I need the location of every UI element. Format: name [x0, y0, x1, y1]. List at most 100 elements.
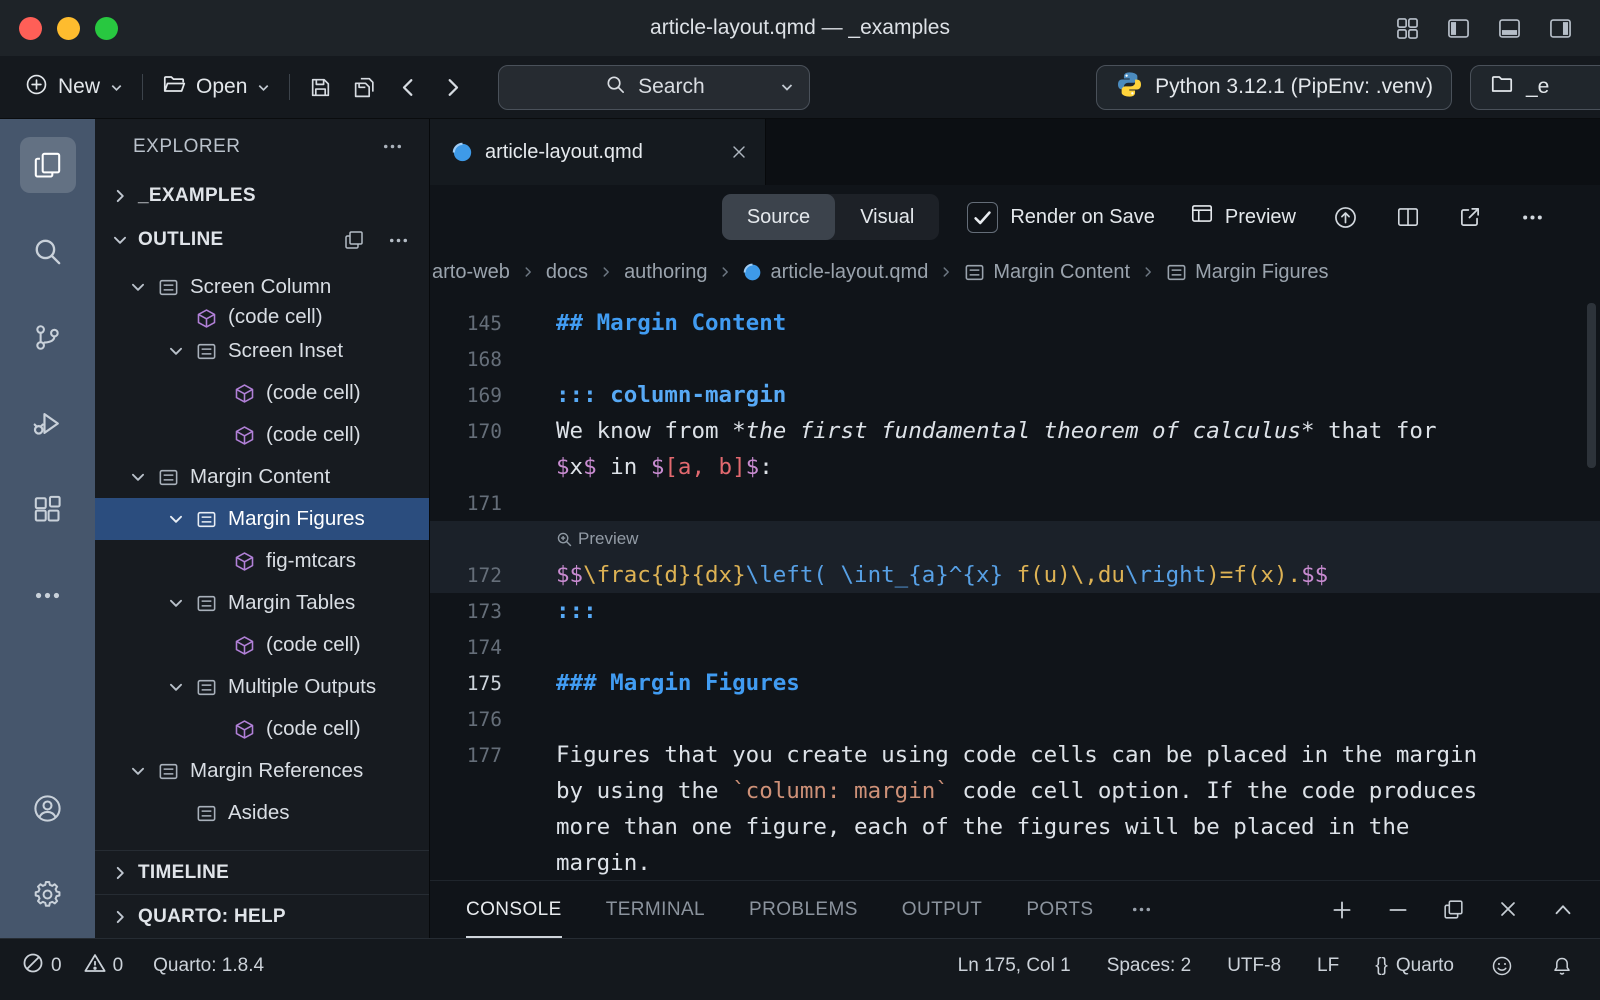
source-control-icon[interactable]: [20, 309, 76, 365]
math-preview-row[interactable]: Preview: [430, 521, 1600, 557]
outline-item-fig-mtcars[interactable]: fig-mtcars: [95, 540, 429, 582]
open-button[interactable]: Open: [151, 65, 281, 109]
add-console-icon[interactable]: [1329, 897, 1355, 923]
forward-button[interactable]: [430, 64, 474, 110]
editor-tab[interactable]: article-layout.qmd: [430, 119, 766, 185]
outline-item-code-cell[interactable]: (code cell): [95, 624, 429, 666]
breadcrumb-item-authoring[interactable]: authoring: [624, 261, 707, 284]
close-window-button[interactable]: [19, 17, 42, 40]
split-panel-icon[interactable]: [1441, 897, 1466, 923]
code-line[interactable]: 172$$\frac{d}{dx}\left( \int_{a}^{x} f(u…: [430, 557, 1600, 593]
code-line[interactable]: $x$ in $[a, b]$:: [430, 449, 1600, 485]
outline-item-screen-column[interactable]: Screen Column: [95, 266, 429, 308]
feedback-smiley-icon[interactable]: [1490, 954, 1514, 978]
account-icon[interactable]: [20, 780, 76, 836]
back-button[interactable]: [386, 64, 430, 110]
code-line[interactable]: 145## Margin Content: [430, 305, 1600, 341]
notifications-bell-icon[interactable]: [1550, 954, 1574, 978]
render-on-save-checkbox[interactable]: [967, 202, 998, 233]
run-debug-icon[interactable]: [20, 395, 76, 451]
language-mode-status[interactable]: {} Quarto: [1375, 955, 1454, 977]
breadcrumb-item-article-layout-qmd[interactable]: article-layout.qmd: [743, 261, 928, 284]
breadcrumb-item-margin-content[interactable]: Margin Content: [964, 261, 1130, 284]
open-external-icon[interactable]: [1457, 204, 1483, 230]
code-line[interactable]: 175### Margin Figures: [430, 665, 1600, 701]
breadcrumb-item-arto-web[interactable]: arto-web: [432, 261, 510, 284]
more-actions-icon[interactable]: [1129, 897, 1154, 922]
toggle-bottom-panel-icon[interactable]: [1496, 15, 1523, 42]
code-line[interactable]: by using the `column: margin` code cell …: [430, 773, 1600, 809]
breadcrumb-item-margin-figures[interactable]: Margin Figures: [1166, 261, 1328, 284]
code-line[interactable]: 170We know from *the first fundamental t…: [430, 413, 1600, 449]
code-editor[interactable]: 145## Margin Content168169::: column-mar…: [430, 295, 1600, 880]
code-line[interactable]: 177Figures that you create using code ce…: [430, 737, 1600, 773]
tree-chevron-icon[interactable]: [123, 762, 153, 780]
tree-chevron-icon[interactable]: [161, 510, 191, 528]
code-line[interactable]: margin.: [430, 845, 1600, 880]
outline-item-screen-inset[interactable]: Screen Inset: [95, 330, 429, 372]
code-line[interactable]: 176: [430, 701, 1600, 737]
outline-item-margin-content[interactable]: Margin Content: [95, 456, 429, 498]
close-tab-icon[interactable]: [729, 142, 749, 162]
zoom-window-button[interactable]: [95, 17, 118, 40]
quarto-version-status[interactable]: Quarto: 1.8.4: [153, 955, 264, 977]
outline-item-code-cell[interactable]: (code cell): [95, 372, 429, 414]
new-button[interactable]: New: [14, 66, 134, 109]
customize-layout-icon[interactable]: [1394, 15, 1421, 42]
panel-tab-console[interactable]: CONSOLE: [466, 881, 562, 938]
maximize-panel-icon[interactable]: [1550, 897, 1576, 923]
tree-chevron-icon[interactable]: [161, 594, 191, 612]
save-button[interactable]: [298, 64, 342, 110]
more-activity-icon[interactable]: [20, 567, 76, 623]
eol-status[interactable]: LF: [1317, 955, 1339, 977]
search-activity-icon[interactable]: [20, 223, 76, 279]
indentation-status[interactable]: Spaces: 2: [1107, 955, 1192, 977]
tree-chevron-icon[interactable]: [161, 342, 191, 360]
more-actions-icon[interactable]: [1519, 204, 1546, 231]
preview-button[interactable]: Preview: [1189, 201, 1296, 233]
more-actions-icon[interactable]: [386, 228, 411, 253]
outline-section-header[interactable]: OUTLINE: [95, 218, 429, 262]
visual-mode-button[interactable]: Visual: [835, 194, 939, 240]
publish-icon[interactable]: [1332, 204, 1359, 231]
code-line[interactable]: 173:::: [430, 593, 1600, 629]
tree-chevron-icon[interactable]: [161, 678, 191, 696]
close-panel-icon[interactable]: [1496, 897, 1520, 923]
source-mode-button[interactable]: Source: [722, 194, 835, 240]
code-line[interactable]: 169::: column-margin: [430, 377, 1600, 413]
more-actions-icon[interactable]: [380, 134, 405, 159]
tree-chevron-icon[interactable]: [123, 278, 153, 296]
panel-tab-output[interactable]: OUTPUT: [902, 881, 983, 938]
interpreter-selector[interactable]: Python 3.12.1 (PipEnv: .venv): [1096, 65, 1452, 110]
outline-item-code-cell[interactable]: (code cell): [95, 414, 429, 456]
panel-tab-ports[interactable]: PORTS: [1026, 881, 1093, 938]
timeline-section-header[interactable]: TIMELINE: [95, 850, 429, 894]
tree-chevron-icon[interactable]: [123, 468, 153, 486]
collapse-all-icon[interactable]: [342, 228, 366, 253]
workspace-button[interactable]: _e: [1470, 65, 1600, 110]
encoding-status[interactable]: UTF-8: [1227, 955, 1281, 977]
outline-item-code-cell[interactable]: (code cell): [95, 708, 429, 750]
minimize-panel-icon[interactable]: [1385, 897, 1411, 923]
panel-tab-problems[interactable]: PROBLEMS: [749, 881, 858, 938]
outline-item-margin-references[interactable]: Margin References: [95, 750, 429, 792]
problems-status[interactable]: 0 0: [22, 952, 123, 980]
outline-item-code-cell[interactable]: (code cell): [95, 308, 429, 330]
toggle-right-sidebar-icon[interactable]: [1547, 15, 1574, 42]
toggle-left-sidebar-icon[interactable]: [1445, 15, 1472, 42]
minimize-window-button[interactable]: [57, 17, 80, 40]
explorer-activity-icon[interactable]: [20, 137, 76, 193]
cursor-position-status[interactable]: Ln 175, Col 1: [958, 955, 1071, 977]
quarto-help-section-header[interactable]: QUARTO: HELP: [95, 894, 429, 938]
outline-item-margin-tables[interactable]: Margin Tables: [95, 582, 429, 624]
panel-tab-terminal[interactable]: TERMINAL: [606, 881, 705, 938]
code-line[interactable]: more than one figure, each of the figure…: [430, 809, 1600, 845]
outline-item-multiple-outputs[interactable]: Multiple Outputs: [95, 666, 429, 708]
code-line[interactable]: 171: [430, 485, 1600, 521]
outline-item-margin-figures[interactable]: Margin Figures: [95, 498, 429, 540]
code-line[interactable]: 174: [430, 629, 1600, 665]
outline-item-asides[interactable]: Asides: [95, 792, 429, 834]
save-all-button[interactable]: [342, 64, 386, 110]
breadcrumb-item-docs[interactable]: docs: [546, 261, 588, 284]
search-box[interactable]: Search: [498, 65, 810, 110]
